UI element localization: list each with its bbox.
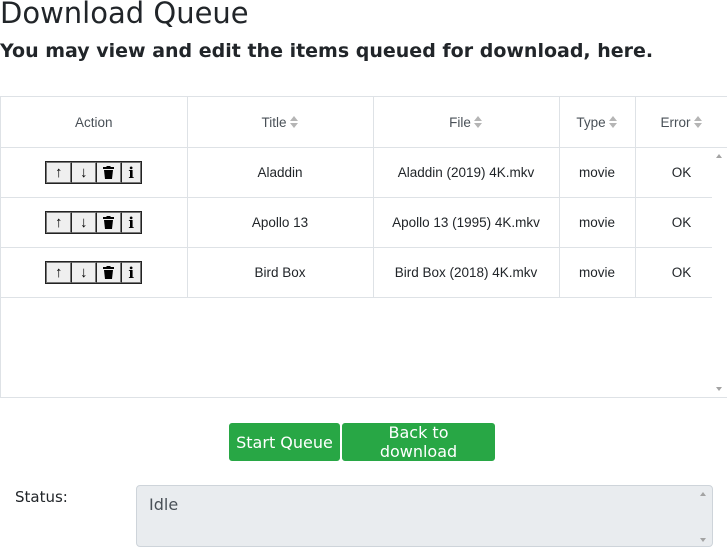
status-value: Idle	[149, 495, 179, 514]
status-scrollbar[interactable]	[700, 492, 708, 542]
move-down-button[interactable]: ↓	[71, 212, 97, 233]
file-cell: Apollo 13 (1995) 4K.mkv	[373, 197, 560, 248]
trash-icon	[103, 266, 115, 279]
sort-icon[interactable]	[693, 115, 703, 128]
action-cell: ↑ ↓ i	[1, 247, 188, 298]
table-scrollbar[interactable]	[712, 148, 728, 397]
scroll-down-arrow-icon[interactable]	[716, 387, 722, 391]
info-button[interactable]: i	[121, 262, 142, 283]
arrow-up-icon: ↑	[55, 214, 63, 231]
queue-table-container: Action Title File Type Error ↑ ↓ i Aladd…	[0, 96, 727, 398]
action-cell: ↑ ↓ i	[1, 197, 188, 248]
trash-icon	[103, 166, 115, 179]
column-header-file[interactable]: File	[373, 97, 560, 148]
column-header-title[interactable]: Title	[187, 97, 374, 148]
status-textarea: Idle	[136, 485, 713, 547]
row-action-group: ↑ ↓ i	[45, 261, 143, 284]
column-header-type[interactable]: Type	[559, 97, 636, 148]
move-up-button[interactable]: ↑	[46, 262, 72, 283]
page-title: Download Queue	[0, 0, 249, 30]
sort-icon[interactable]	[289, 115, 299, 128]
scroll-down-arrow-icon[interactable]	[700, 538, 706, 542]
move-up-button[interactable]: ↑	[46, 212, 72, 233]
file-cell: Aladdin (2019) 4K.mkv	[373, 147, 560, 198]
arrow-up-icon: ↑	[55, 264, 63, 281]
delete-button[interactable]	[96, 212, 122, 233]
table-row: ↑ ↓ i Bird Box Bird Box (2018) 4K.mkv mo…	[1, 247, 727, 298]
row-action-group: ↑ ↓ i	[45, 161, 143, 184]
info-icon: i	[128, 263, 135, 282]
arrow-down-icon: ↓	[80, 214, 88, 231]
trash-icon	[103, 216, 115, 229]
start-queue-button[interactable]: Start Queue	[229, 423, 340, 461]
arrow-down-icon: ↓	[80, 164, 88, 181]
arrow-down-icon: ↓	[80, 264, 88, 281]
action-cell: ↑ ↓ i	[1, 147, 188, 198]
status-label: Status:	[15, 488, 68, 506]
type-cell: movie	[559, 247, 636, 298]
queue-table: Action Title File Type Error ↑ ↓ i Aladd…	[1, 97, 727, 298]
info-button[interactable]: i	[121, 212, 142, 233]
title-cell: Apollo 13	[187, 197, 374, 248]
delete-button[interactable]	[96, 262, 122, 283]
table-row: ↑ ↓ i Aladdin Aladdin (2019) 4K.mkv movi…	[1, 147, 727, 198]
arrow-up-icon: ↑	[55, 164, 63, 181]
column-header-error[interactable]: Error	[635, 97, 727, 148]
title-cell: Bird Box	[187, 247, 374, 298]
move-up-button[interactable]: ↑	[46, 162, 72, 183]
type-cell: movie	[559, 147, 636, 198]
scroll-up-arrow-icon[interactable]	[700, 492, 706, 496]
table-row: ↑ ↓ i Apollo 13 Apollo 13 (1995) 4K.mkv …	[1, 197, 727, 248]
back-to-download-button[interactable]: Back to download	[342, 423, 495, 461]
queue-table-body: ↑ ↓ i Aladdin Aladdin (2019) 4K.mkv movi…	[1, 147, 727, 298]
type-cell: movie	[559, 197, 636, 248]
row-action-group: ↑ ↓ i	[45, 211, 143, 234]
page-subtitle: You may view and edit the items queued f…	[0, 40, 654, 62]
table-header-row: Action Title File Type Error	[1, 97, 727, 148]
file-cell: Bird Box (2018) 4K.mkv	[373, 247, 560, 298]
delete-button[interactable]	[96, 162, 122, 183]
info-icon: i	[128, 213, 135, 232]
move-down-button[interactable]: ↓	[71, 262, 97, 283]
title-cell: Aladdin	[187, 147, 374, 198]
sort-icon[interactable]	[608, 115, 618, 128]
sort-icon[interactable]	[473, 115, 483, 128]
move-down-button[interactable]: ↓	[71, 162, 97, 183]
scroll-up-arrow-icon[interactable]	[716, 154, 722, 158]
column-header-action: Action	[1, 97, 188, 148]
info-icon: i	[128, 163, 135, 182]
info-button[interactable]: i	[121, 162, 142, 183]
